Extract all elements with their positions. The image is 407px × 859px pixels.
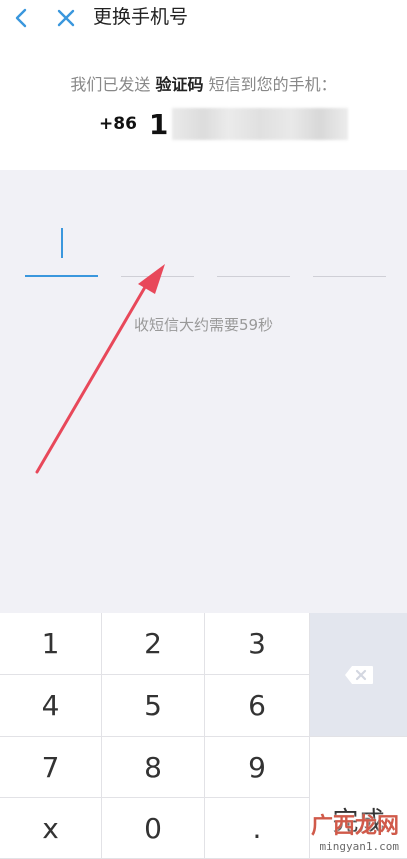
- phone-number: +86 1: [99, 106, 349, 142]
- sms-sent-notice: 我们已发送 验证码 短信到您的手机：: [0, 74, 407, 96]
- phone-blur-mask: [172, 108, 349, 140]
- country-code: +86: [99, 114, 137, 134]
- code-digit-2[interactable]: [121, 210, 194, 277]
- chevron-left-icon[interactable]: [10, 6, 34, 30]
- key-9[interactable]: 9: [205, 737, 310, 798]
- input-caret: [61, 228, 63, 258]
- code-digit-3[interactable]: [217, 210, 290, 277]
- key-dot[interactable]: .: [205, 798, 310, 859]
- key-6[interactable]: 6: [205, 675, 310, 737]
- slot-underline: [25, 275, 98, 277]
- code-digit-4[interactable]: [313, 210, 386, 277]
- sent-prefix: 我们已发送: [70, 75, 151, 94]
- slot-underline: [217, 276, 290, 277]
- key-3[interactable]: 3: [205, 613, 310, 675]
- top-nav-bar: 更换手机号: [0, 0, 407, 36]
- numeric-keypad: 1 2 3 4 5 6 7 8 9 完成 x 0 .: [0, 613, 407, 859]
- sent-keyword: 验证码: [155, 75, 204, 94]
- slot-underline: [313, 276, 386, 277]
- slot-underline: [121, 276, 194, 277]
- key-7[interactable]: 7: [0, 737, 102, 798]
- close-icon[interactable]: [54, 6, 78, 30]
- key-8[interactable]: 8: [102, 737, 205, 798]
- key-2[interactable]: 2: [102, 613, 205, 675]
- key-4[interactable]: 4: [0, 675, 102, 737]
- backspace-icon: [344, 665, 373, 684]
- sms-countdown: 收短信大约需要59秒: [133, 316, 274, 334]
- key-x[interactable]: x: [0, 798, 102, 859]
- code-digit-1[interactable]: [25, 210, 98, 277]
- key-0[interactable]: 0: [102, 798, 205, 859]
- key-1[interactable]: 1: [0, 613, 102, 675]
- sent-suffix: 短信到您的手机：: [208, 75, 337, 94]
- phone-visible-digit: 1: [148, 107, 169, 141]
- delete-key[interactable]: [310, 613, 407, 737]
- code-input-area: 收短信大约需要59秒: [0, 170, 407, 613]
- page-title: 更换手机号: [93, 6, 189, 28]
- sms-info-section: 我们已发送 验证码 短信到您的手机： +86 1: [0, 36, 407, 170]
- done-button[interactable]: 完成: [310, 737, 407, 859]
- key-5[interactable]: 5: [102, 675, 205, 737]
